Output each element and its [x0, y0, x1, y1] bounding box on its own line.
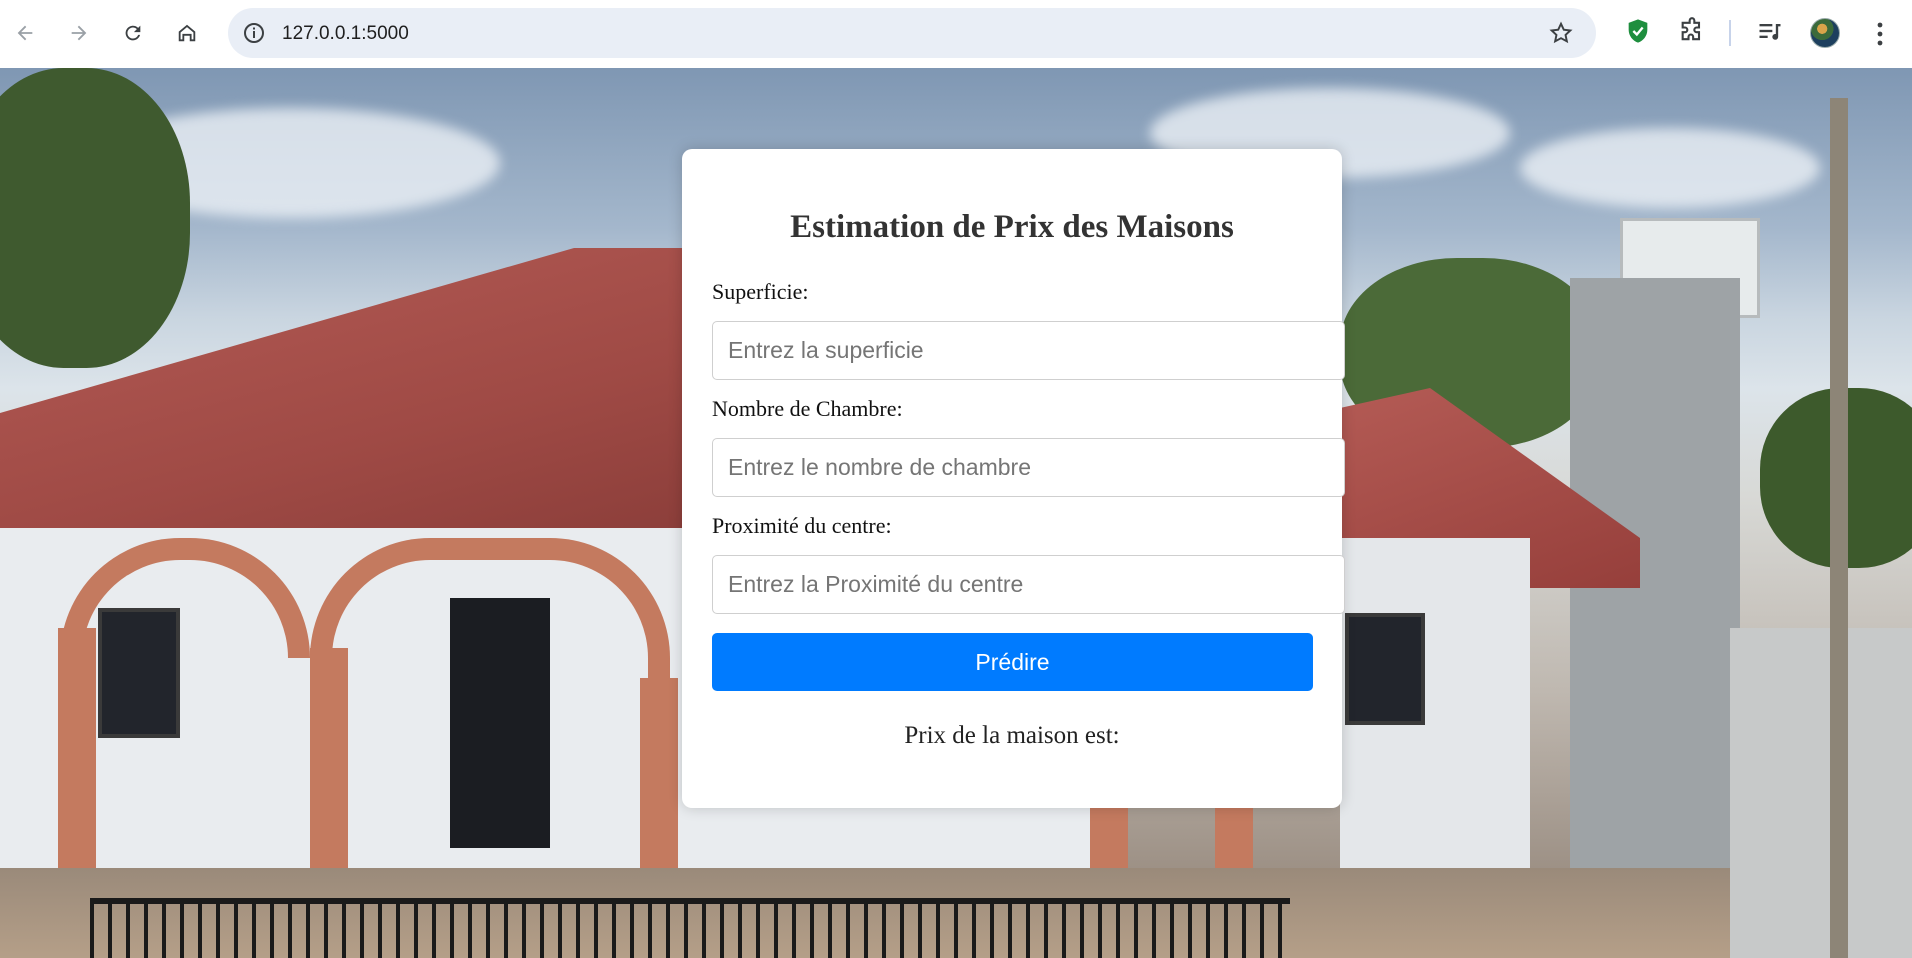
boundary-wall-shape	[1730, 628, 1912, 958]
door-shape	[450, 598, 550, 848]
cloud-shape	[1520, 128, 1820, 208]
bookmark-star-icon[interactable]	[1548, 20, 1574, 46]
proximite-label: Proximité du centre:	[712, 513, 892, 538]
puzzle-extensions-icon[interactable]	[1678, 17, 1706, 45]
chambre-label: Nombre de Chambre:	[712, 396, 903, 421]
media-control-icon[interactable]	[1756, 17, 1784, 45]
window-shape	[1345, 613, 1425, 725]
price-result-text: Prix de la maison est:	[904, 722, 1120, 749]
menu-kebab-icon[interactable]	[1868, 18, 1892, 50]
back-icon	[17, 25, 33, 41]
page-background: Estimation de Prix des Maisons Superfici…	[0, 68, 1912, 958]
prediction-form-card: Estimation de Prix des Maisons Superfici…	[682, 149, 1345, 808]
predict-button[interactable]: Prédire	[712, 633, 1313, 691]
proximite-input[interactable]	[712, 555, 1345, 614]
chambre-input[interactable]	[712, 438, 1345, 497]
back-button[interactable]	[6, 14, 44, 52]
shield-extension-icon[interactable]	[1624, 17, 1652, 45]
home-button[interactable]	[168, 14, 206, 52]
fence-shape	[90, 898, 1290, 958]
page-title: Estimation de Prix des Maisons	[790, 209, 1234, 245]
home-icon	[178, 24, 196, 42]
reload-button[interactable]	[114, 14, 152, 52]
utility-pole-shape	[1830, 98, 1848, 958]
tree-shape	[0, 68, 190, 368]
profile-avatar[interactable]	[1810, 18, 1840, 48]
site-info-icon[interactable]	[242, 21, 266, 45]
tower-shape	[1570, 278, 1740, 898]
toolbar-divider	[1729, 20, 1731, 46]
superficie-label: Superficie:	[712, 279, 809, 304]
url-text[interactable]: 127.0.0.1:5000	[282, 23, 409, 45]
forward-button[interactable]	[60, 14, 98, 52]
window-shape	[98, 608, 180, 738]
reload-icon	[125, 25, 141, 41]
superficie-input[interactable]	[712, 321, 1345, 380]
browser-toolbar: 127.0.0.1:5000	[0, 0, 1912, 68]
address-bar[interactable]: 127.0.0.1:5000	[228, 8, 1596, 58]
forward-icon	[71, 25, 87, 41]
